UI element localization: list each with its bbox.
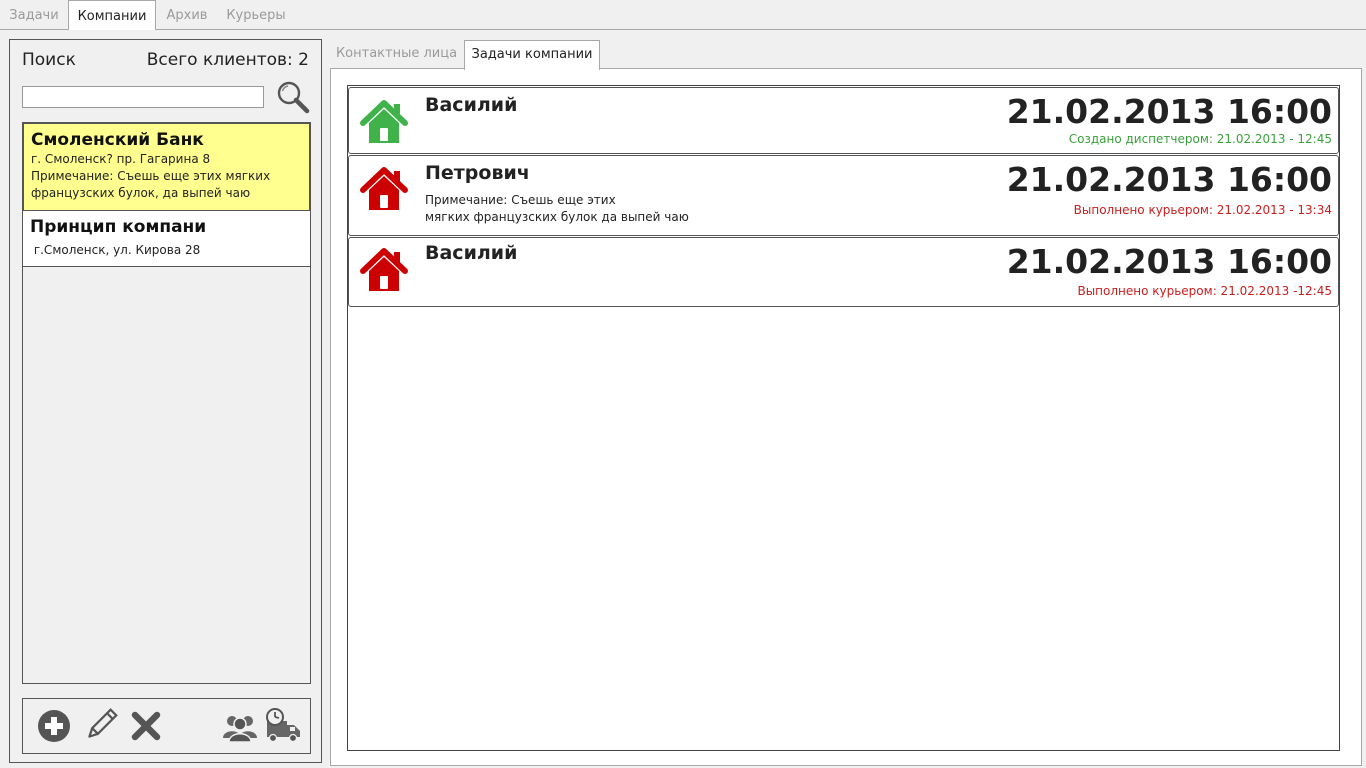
client-toolbar — [22, 698, 311, 754]
clients-panel: Поиск Всего клиентов: 2 Смоленский Банк … — [9, 39, 322, 763]
task-note-line: мягких французских булок да выпей чаю — [425, 210, 689, 224]
tab-tasks[interactable]: Задачи — [0, 0, 68, 30]
company-tasks-frame: Василий 21.02.2013 16:00 Создано диспетч… — [330, 68, 1362, 766]
delivery-schedule-icon[interactable] — [265, 707, 303, 745]
client-list: Смоленский Банк г. Смоленск? пр. Гагарин… — [22, 122, 311, 684]
client-note-line: Примечание: Съешь еще этих мягких — [31, 169, 271, 183]
top-tab-bar: Задачи Компании Архив Курьеры — [0, 0, 1366, 30]
task-status: Выполнено курьером: 21.02.2013 -12:45 — [1077, 284, 1332, 298]
task-datetime: 21.02.2013 16:00 — [1006, 160, 1332, 199]
task-note-line: Примечание: Съешь еще этих — [425, 193, 616, 207]
client-card-smolensky-bank[interactable]: Смоленский Банк г. Смоленск? пр. Гагарин… — [23, 123, 310, 211]
client-address: г. Смоленск? пр. Гагарина 8 — [31, 152, 211, 166]
client-name: Смоленский Банк — [31, 130, 204, 150]
client-note-line: французских булок, да выпей чаю — [31, 186, 251, 200]
tab-couriers[interactable]: Курьеры — [218, 0, 294, 30]
tab-contact-persons[interactable]: Контактные лица — [330, 40, 463, 69]
search-label: Поиск — [22, 50, 76, 70]
client-card-princip-company[interactable]: Принцип компани г.Смоленск, ул. Кирова 2… — [23, 211, 310, 267]
task-list: Василий 21.02.2013 16:00 Создано диспетч… — [347, 85, 1340, 751]
total-clients-count: Всего клиентов: 2 — [146, 50, 309, 70]
client-name: Принцип компани — [30, 217, 207, 237]
contacts-icon[interactable] — [221, 707, 259, 745]
task-datetime: 21.02.2013 16:00 — [1006, 92, 1332, 131]
tab-archive[interactable]: Архив — [156, 0, 218, 30]
task-status: Создано диспетчером: 21.02.2013 - 12:45 — [1068, 132, 1332, 146]
task-status: Выполнено курьером: 21.02.2013 - 13:34 — [1073, 203, 1332, 217]
search-input[interactable] — [22, 86, 264, 108]
edit-icon[interactable] — [81, 707, 119, 745]
house-icon — [360, 100, 408, 143]
task-card[interactable]: Василий 21.02.2013 16:00 Выполнено курье… — [348, 237, 1339, 307]
tab-companies[interactable]: Компании — [68, 0, 156, 30]
search-icon[interactable] — [276, 80, 310, 114]
task-card[interactable]: Василий 21.02.2013 16:00 Создано диспетч… — [348, 87, 1339, 154]
task-contact-name: Василий — [425, 94, 518, 116]
tab-company-tasks[interactable]: Задачи компании — [464, 40, 600, 70]
house-icon — [360, 248, 408, 291]
task-card[interactable]: Петрович Примечание: Съешь еще этих мягк… — [348, 155, 1339, 236]
house-icon — [360, 167, 408, 210]
client-address: г.Смоленск, ул. Кирова 28 — [30, 243, 201, 257]
delete-icon[interactable] — [127, 707, 165, 745]
task-contact-name: Петрович — [425, 162, 530, 184]
task-datetime: 21.02.2013 16:00 — [1006, 242, 1332, 281]
add-icon[interactable] — [35, 707, 73, 745]
task-contact-name: Василий — [425, 242, 518, 264]
